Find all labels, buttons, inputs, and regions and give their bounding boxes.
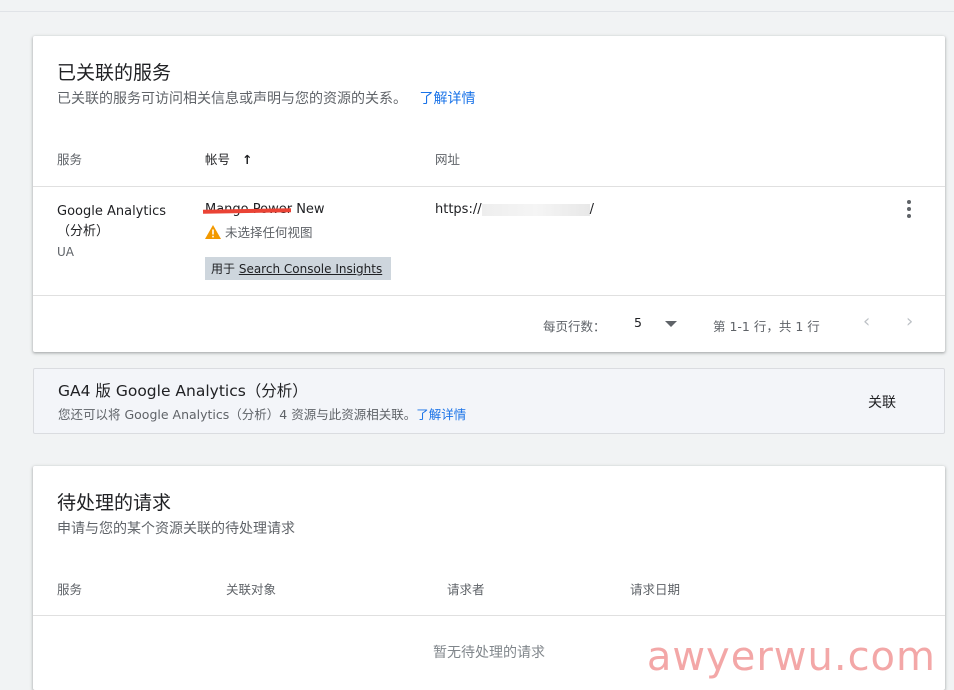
chip-prefix: 用于 [211,262,239,276]
warning-text: 未选择任何视图 [225,225,313,240]
table-footer-divider [33,295,945,296]
previous-page-icon[interactable]: ‹ [863,313,870,331]
linked-services-subtitle: 已关联的服务可访问相关信息或声明与您的资源的关系。 了解详情 [57,88,475,108]
pending-header-divider [33,615,945,616]
pagination-range: 第 1-1 行，共 1 行 [713,319,820,334]
ga4-card: GA4 版 Google Analytics（分析） 您还可以将 Google … [33,368,945,434]
ga4-learn-more-link[interactable]: 了解详情 [416,407,466,422]
insights-chip: 用于 Search Console Insights [205,257,391,280]
rows-per-page-label: 每页行数： [543,319,606,334]
service-cell: Google Analytics （分析） UA [57,202,166,262]
url-redacted [481,203,590,216]
ga4-title: GA4 版 Google Analytics（分析） [58,382,308,400]
warning-row: 未选择任何视图 [205,222,313,241]
column-header-account-label: 帐号 [205,152,231,167]
rows-per-page-select[interactable]: 5 [628,310,688,336]
linked-services-title: 已关联的服务 [57,62,172,84]
ga4-subtitle: 您还可以将 Google Analytics（分析）4 资源与此资源相关联。了解… [58,404,466,423]
url-cell: https:// / [435,202,594,217]
linked-services-card: 已关联的服务 已关联的服务可访问相关信息或声明与您的资源的关系。 了解详情 服务… [33,36,945,352]
pending-column-target: 关联对象 [226,582,277,597]
pending-requests-title: 待处理的请求 [57,492,172,514]
rows-per-page-value: 5 [634,315,642,330]
pending-column-requester: 请求者 [447,582,485,597]
watermark: awyerwu.com [646,634,936,680]
learn-more-link[interactable]: 了解详情 [419,91,475,107]
pending-column-date: 请求日期 [630,582,681,597]
pending-column-service: 服务 [57,582,83,597]
next-page-icon[interactable]: › [906,313,913,331]
column-header-url[interactable]: 网址 [435,149,460,168]
dropdown-arrow-icon [665,321,677,327]
service-name-suffix: （分析） [57,224,110,239]
search-console-insights-link[interactable]: Search Console Insights [239,262,382,276]
column-header-service[interactable]: 服务 [57,149,82,168]
ga4-description: 您还可以将 Google Analytics（分析）4 资源与此资源相关联。 [58,407,417,422]
service-name: Google Analytics [57,204,167,219]
more-options-icon[interactable] [897,197,921,221]
pending-requests-subtitle: 申请与您的某个资源关联的待处理请求 [57,521,295,537]
url-prefix: https:// [435,202,482,217]
column-header-account[interactable]: 帐号 ↑ [205,149,252,168]
top-divider [0,11,954,12]
associate-button[interactable]: 关联 [868,392,896,412]
header-divider [33,186,945,187]
warning-icon [205,224,221,239]
url-suffix: / [589,202,594,217]
linked-services-description: 已关联的服务可访问相关信息或声明与您的资源的关系。 [57,91,407,107]
service-type: UA [57,245,74,259]
sort-ascending-icon: ↑ [242,152,253,167]
